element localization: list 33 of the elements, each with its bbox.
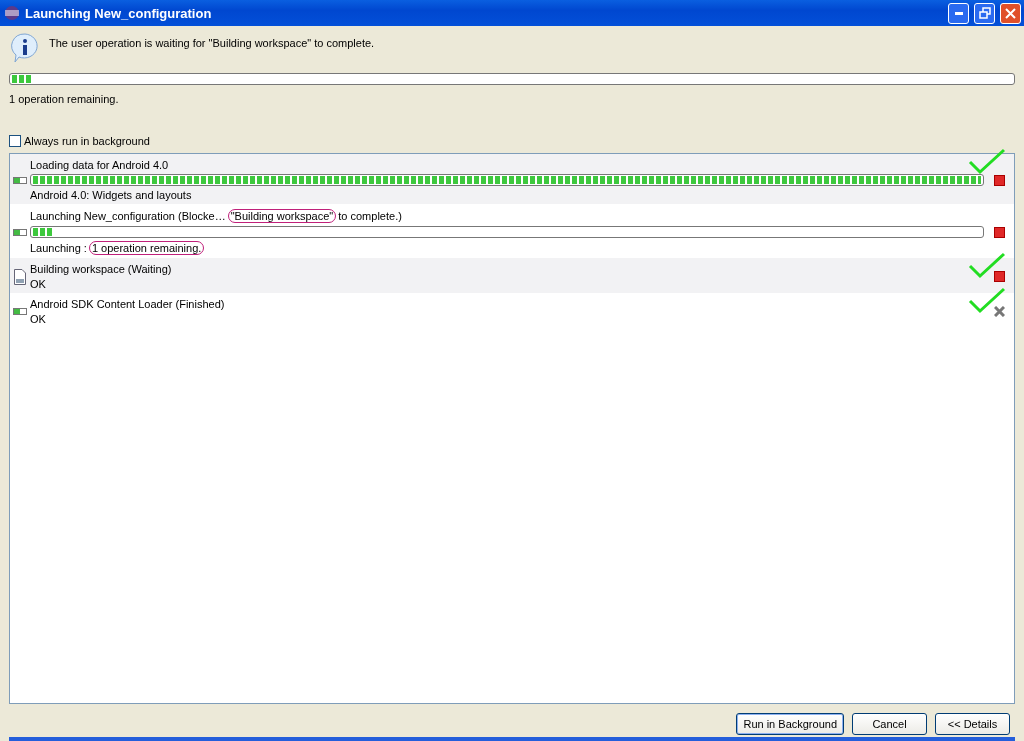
dialog-button[interactable]: Run in Background — [736, 713, 844, 735]
minimize-button[interactable] — [948, 2, 969, 24]
job-text: OK — [30, 278, 46, 290]
restore-button[interactable] — [974, 2, 995, 24]
progress-icon — [13, 228, 27, 236]
minimize-icon — [954, 11, 963, 15]
restore-icon — [978, 7, 991, 19]
job-text: Loading data for Android 4.0 — [30, 159, 169, 171]
job-text: OK — [30, 313, 46, 325]
close-icon — [1005, 7, 1016, 19]
job-text: Launching New_configuration (Blocke… — [30, 210, 226, 222]
remaining-text: 1 operation remaining. — [9, 93, 120, 105]
job-text: to complete.) — [338, 210, 402, 222]
window-title: Launching New_configuration — [25, 5, 213, 21]
close-button[interactable] — [1000, 2, 1021, 24]
job-text: Android 4.0: Widgets and layouts — [30, 189, 192, 201]
progress-icon — [13, 308, 27, 315]
info-message: The user operation is waiting for "Building workspace" to complete. — [49, 36, 375, 49]
stop-icon[interactable] — [993, 271, 1005, 282]
checkbox[interactable] — [9, 135, 21, 147]
job-text: Android SDK Content Loader (Finished) — [30, 298, 225, 310]
progress-icon — [13, 176, 27, 184]
stop-icon[interactable] — [993, 226, 1005, 238]
info-icon — [9, 32, 41, 64]
dialog-button[interactable]: << Details — [935, 713, 1010, 735]
remove-icon[interactable] — [993, 306, 1005, 317]
app-icon — [4, 5, 20, 21]
binary-file-icon — [14, 268, 26, 285]
stop-icon[interactable] — [993, 174, 1005, 186]
job-text: Building workspace (Waiting) — [30, 263, 172, 275]
checkbox-label: Always run in background — [24, 135, 150, 147]
job-text: Launching : — [30, 242, 87, 254]
dialog-button[interactable]: Cancel — [852, 713, 927, 735]
